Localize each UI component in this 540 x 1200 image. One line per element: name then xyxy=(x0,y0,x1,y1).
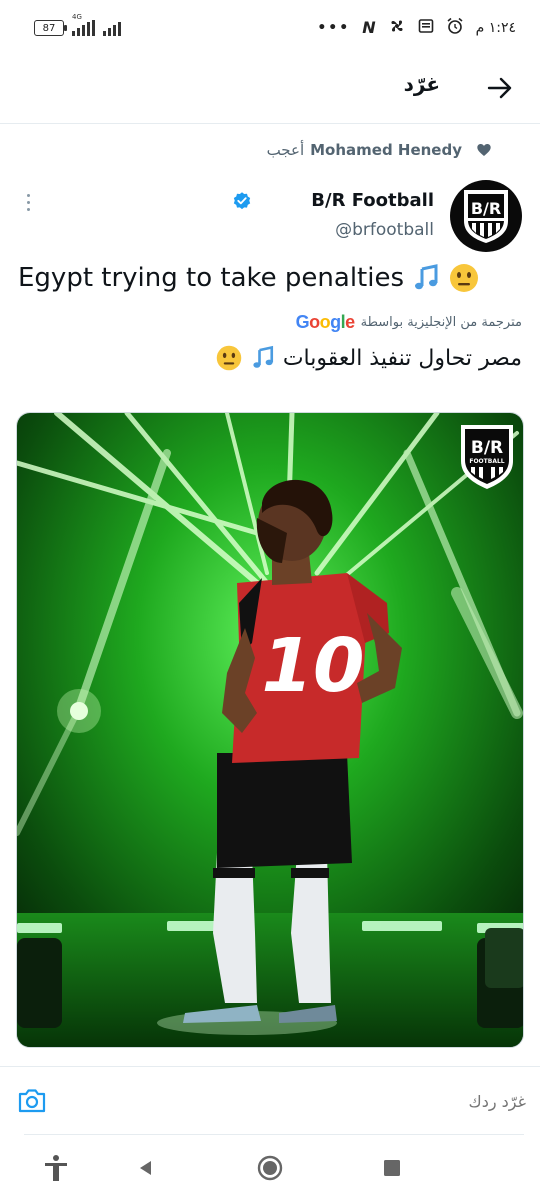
top-header: غرّد xyxy=(0,58,540,124)
social-context[interactable]: Mohamed Henedy أعجب xyxy=(266,141,491,159)
author-handle[interactable]: @brfootball xyxy=(335,220,434,240)
google-logo-icon: Google xyxy=(295,312,356,332)
translated-by[interactable]: مترجمة من الإنجليزية بواسطة Google xyxy=(296,312,522,333)
reply-input[interactable] xyxy=(86,1081,526,1121)
avatar[interactable]: B/R xyxy=(450,180,522,252)
translated-by-label: مترجمة من الإنجليزية بواسطة xyxy=(360,315,522,330)
avatar-text: B/R xyxy=(471,199,501,218)
signal-icon: 4G xyxy=(72,13,95,36)
n-app-icon: N xyxy=(362,17,376,37)
status-right: ••• N ١:٢٤ م xyxy=(317,17,516,38)
more-options-icon[interactable] xyxy=(18,188,38,216)
more-notifications-icon: ••• xyxy=(317,19,351,36)
clock-time: ١:٢٤ م xyxy=(475,19,516,36)
logo-text: B/R xyxy=(471,438,503,458)
heart-icon xyxy=(476,142,492,162)
status-bar: 87 4G ••• N ١:٢٤ م xyxy=(0,0,540,58)
status-left: 87 4G xyxy=(34,13,121,36)
accessibility-icon[interactable] xyxy=(38,1150,74,1186)
page-title: غرّد xyxy=(403,72,440,96)
jersey-number: 10 xyxy=(262,623,365,709)
translated-text-body: مصر تحاول تنفيذ العقوبات xyxy=(282,345,522,371)
alarm-icon xyxy=(446,17,464,38)
tweet-text: Egypt trying to take penalties xyxy=(18,262,480,294)
tweet-image[interactable]: 10 B/R FOOTBALL xyxy=(16,412,524,1048)
neutral-face-icon xyxy=(448,262,480,294)
verified-badge-icon xyxy=(232,191,252,215)
neutral-face-icon-2 xyxy=(215,344,243,372)
logo-subtext: FOOTBALL xyxy=(469,458,504,465)
inbox-icon xyxy=(418,18,434,37)
music-note-icon xyxy=(410,262,442,294)
translated-text: مصر تحاول تنفيذ العقوبات xyxy=(215,344,522,372)
battery-level: 87 xyxy=(42,22,56,34)
fan-icon xyxy=(388,17,406,38)
back-nav-icon[interactable] xyxy=(128,1150,164,1186)
music-note-icon-2 xyxy=(249,344,277,372)
system-nav-bar xyxy=(0,1136,540,1200)
reply-bar xyxy=(0,1066,540,1136)
divider xyxy=(24,1134,524,1135)
liker-name: Mohamed Henedy xyxy=(310,141,462,159)
home-nav-icon[interactable] xyxy=(252,1150,288,1186)
signal-icon-2 xyxy=(103,20,121,36)
liked-label: أعجب xyxy=(266,141,305,159)
recents-nav-icon[interactable] xyxy=(374,1150,410,1186)
author-name[interactable]: B/R Football xyxy=(311,190,434,211)
tweet-text-body: Egypt trying to take penalties xyxy=(18,263,405,293)
camera-icon[interactable] xyxy=(16,1085,50,1119)
network-type: 4G xyxy=(72,13,82,21)
battery-icon: 87 xyxy=(34,20,67,36)
arrow-right-icon[interactable] xyxy=(482,70,518,106)
